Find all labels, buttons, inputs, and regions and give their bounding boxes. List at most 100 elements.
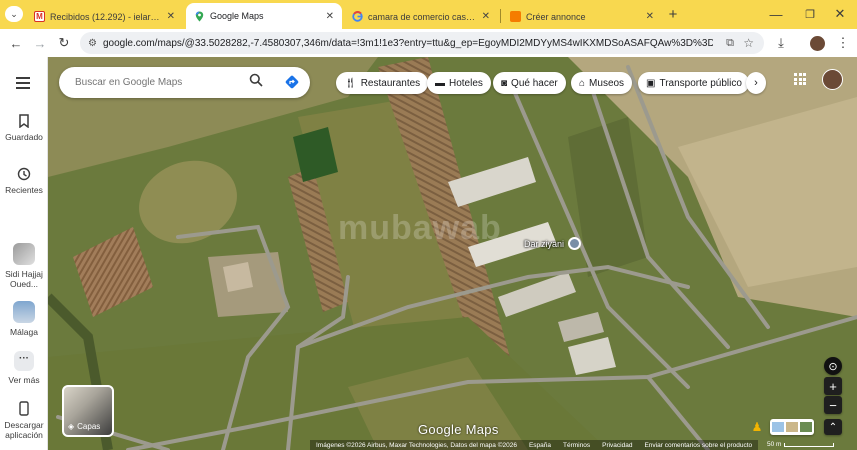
zoom-out-button[interactable]: − — [824, 396, 842, 414]
install-app-icon[interactable]: ⧉ — [726, 37, 734, 50]
place-label: Sidi Hajjaj Oued... — [5, 269, 43, 289]
recent-label: Recientes — [5, 185, 43, 195]
menu-hamburger-icon[interactable] — [16, 77, 30, 89]
tab-title: camara de comercio casablanc — [368, 11, 477, 22]
history-icon — [17, 167, 31, 181]
close-window-button[interactable]: ✕ — [832, 6, 848, 22]
download-icon[interactable]: ⤓ — [773, 35, 789, 51]
tab-gmail[interactable]: M Recibidos (12.292) - ielarkam@ ✕ — [26, 4, 183, 29]
location-pin-icon — [568, 237, 582, 250]
chip-transporte-publico[interactable]: ▣ Transporte público — [638, 72, 749, 94]
map-footer: Imágenes ©2026 Airbus, Maxar Technologie… — [310, 440, 759, 450]
chip-restaurantes[interactable]: 🍴︎ Restaurantes — [336, 72, 429, 94]
expand-chevron-icon[interactable]: ⌃ — [824, 419, 842, 435]
tab-title: Recibidos (12.292) - ielarkam@ — [50, 11, 162, 22]
chip-label: Transporte público — [659, 77, 742, 89]
terms-link[interactable]: Términos — [563, 442, 590, 449]
close-icon[interactable]: ✕ — [326, 11, 334, 22]
search-input[interactable] — [75, 77, 245, 88]
reload-icon[interactable]: ↻ — [56, 35, 72, 51]
place-marker[interactable]: Dar ziyani — [524, 237, 582, 250]
close-icon[interactable]: ✕ — [167, 11, 175, 22]
tab-google-maps[interactable]: Google Maps ✕ — [186, 3, 342, 29]
watermark: mubawab — [338, 209, 502, 247]
map-type-thumbnails[interactable] — [770, 419, 814, 435]
site-info-icon[interactable]: ⚙ — [88, 38, 97, 49]
recent-button[interactable]: Recientes — [0, 167, 48, 195]
museum-icon: ⌂ — [579, 77, 586, 89]
place-thumbnail — [13, 301, 35, 323]
layers-label: Capas — [77, 422, 101, 431]
bookmark-star-icon[interactable]: ☆ — [743, 36, 754, 50]
url-text: google.com/maps/@33.5028282,-7.4580307,3… — [102, 37, 713, 49]
close-icon[interactable]: ✕ — [482, 11, 490, 22]
zoom-in-button[interactable]: + — [824, 377, 842, 395]
chip-museos[interactable]: ⌂ Museos — [571, 72, 633, 94]
tab-title: Google Maps — [210, 11, 264, 21]
directions-icon[interactable] — [284, 74, 300, 95]
recent-place-sidi-hajjaj[interactable]: Sidi Hajjaj Oued... — [0, 243, 48, 289]
menu-kebab-icon[interactable]: ⋮ — [835, 35, 851, 51]
chip-label: Hoteles — [449, 77, 483, 89]
more-button[interactable]: ··· Ver más — [0, 351, 48, 385]
profile-avatar[interactable] — [810, 36, 825, 51]
satellite-map[interactable]: mubawab Dar ziyani Google Maps ◈ Capas ⊙… — [48, 57, 857, 450]
search-box[interactable] — [59, 67, 310, 98]
restore-button[interactable]: ❐ — [802, 6, 818, 22]
chip-label: Restaurantes — [360, 77, 421, 89]
download-app-button[interactable]: Descargar aplicación — [0, 401, 48, 440]
my-location-button[interactable]: ⊙ — [824, 357, 842, 375]
pegman-icon[interactable]: ♟ — [750, 419, 764, 435]
account-avatar[interactable] — [822, 69, 843, 90]
tab-strip: ⌄ M Recibidos (12.292) - ielarkam@ ✕ Goo… — [0, 0, 857, 29]
scale-bar[interactable]: 50 m — [767, 441, 835, 448]
fork-knife-icon: 🍴︎ — [344, 77, 357, 89]
tab-creer-annonce[interactable]: Créer annonce ✕ — [502, 4, 662, 29]
minimize-button[interactable]: — — [768, 6, 784, 22]
satellite-imagery — [48, 57, 857, 450]
scale-label: 50 m — [767, 441, 782, 448]
chip-label: Museos — [589, 77, 625, 89]
new-tab-button[interactable]: + — [665, 6, 681, 23]
close-icon[interactable]: ✕ — [646, 11, 654, 22]
phone-icon — [19, 401, 29, 416]
layers-button[interactable]: ◈ Capas — [62, 385, 114, 437]
bus-icon: ▣ — [646, 77, 656, 89]
google-icon — [352, 11, 363, 22]
privacy-link[interactable]: Privacidad — [602, 442, 632, 449]
tab-camara-comercio[interactable]: camara de comercio casablanc ✕ — [344, 4, 498, 29]
place-label: Dar ziyani — [524, 238, 565, 249]
saved-button[interactable]: Guardado — [0, 114, 48, 142]
place-label: Málaga — [10, 327, 38, 337]
tab-title: Créer annonce — [526, 11, 586, 22]
more-label: Ver más — [8, 375, 40, 385]
terrain-view-icon — [786, 422, 798, 432]
google-maps-logo: Google Maps — [418, 422, 499, 437]
gmail-icon: M — [34, 11, 45, 22]
recent-place-malaga[interactable]: Málaga — [0, 301, 48, 337]
layers-label-row: ◈ Capas — [68, 422, 100, 431]
bookmark-icon — [19, 114, 29, 128]
apps-grid-icon[interactable] — [794, 73, 806, 85]
chips-scroll-right-button[interactable]: › — [746, 72, 766, 94]
feedback-link[interactable]: Enviar comentarios sobre el producto — [644, 442, 752, 449]
maps-icon — [194, 11, 205, 22]
forward-icon[interactable]: → — [32, 35, 48, 51]
maps-side-rail: Guardado Recientes Sidi Hajjaj Oued... M… — [0, 57, 48, 450]
more-dots-icon: ··· — [14, 351, 34, 371]
satellite-view-icon — [800, 422, 812, 432]
bed-icon: ▬ — [435, 77, 445, 89]
tab-search-button[interactable]: ⌄ — [5, 6, 23, 22]
annonce-icon — [510, 11, 521, 22]
chip-hoteles[interactable]: ▬ Hoteles — [427, 72, 491, 94]
back-icon[interactable]: ← — [8, 35, 24, 51]
map-view-icon — [772, 422, 784, 432]
chip-que-hacer[interactable]: ◙ Qué hacer — [493, 72, 566, 94]
search-icon[interactable] — [249, 73, 263, 90]
chevron-right-icon: › — [754, 77, 758, 89]
saved-label: Guardado — [5, 132, 43, 142]
download-app-label: Descargar aplicación — [4, 420, 44, 440]
country-link[interactable]: España — [529, 442, 551, 449]
address-bar[interactable]: ⚙ google.com/maps/@33.5028282,-7.4580307… — [80, 32, 764, 54]
tab-separator — [500, 9, 501, 23]
